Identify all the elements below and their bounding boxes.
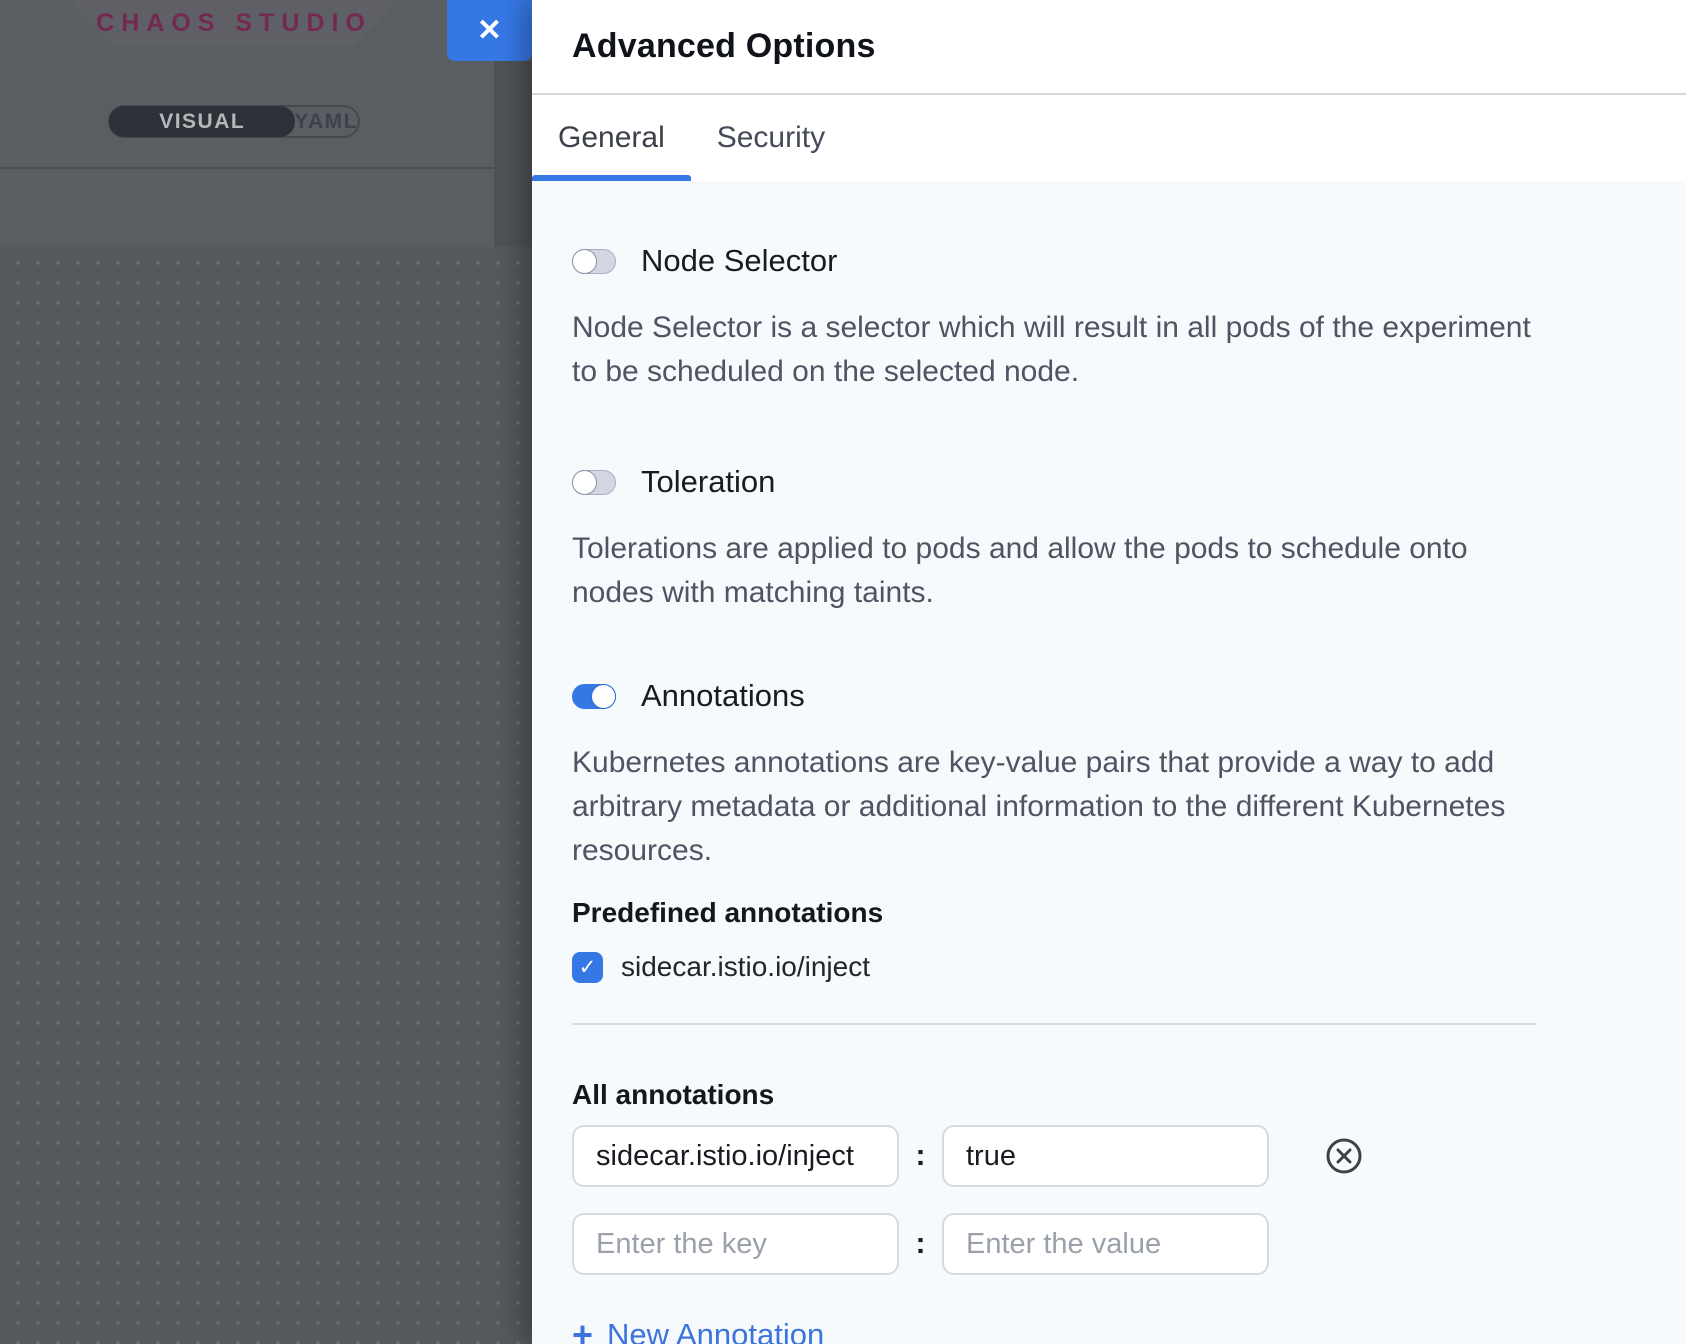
annotations-description: Kubernetes annotations are key-value pai…	[572, 741, 1552, 873]
toggle-knob	[591, 684, 616, 709]
predefined-annotations-heading: Predefined annotations	[572, 897, 1646, 929]
annotation-value-input[interactable]	[942, 1213, 1269, 1275]
plus-icon: +	[572, 1317, 593, 1344]
panel-header: Advanced Options	[532, 0, 1686, 95]
node-selector-label: Node Selector	[641, 243, 837, 279]
toleration-row: Toleration	[572, 464, 1646, 500]
dimmed-background: CHAOS STUDIO VISUAL YAML	[0, 0, 532, 1344]
canvas-header-divider	[0, 167, 532, 169]
background-scroll-strip	[494, 61, 532, 247]
tab-general[interactable]: General	[532, 95, 691, 181]
predefined-annotation-item: ✓ sidecar.istio.io/inject	[572, 951, 1646, 983]
check-icon: ✓	[579, 955, 597, 980]
toleration-description: Tolerations are applied to pods and allo…	[572, 527, 1552, 615]
tab-bar: General Security	[532, 95, 1686, 181]
sidecar-inject-checkbox[interactable]: ✓	[572, 952, 603, 983]
new-annotation-button[interactable]: + New Annotation	[572, 1317, 824, 1344]
toleration-label: Toleration	[641, 464, 775, 500]
annotations-label: Annotations	[641, 678, 805, 714]
tab-security[interactable]: Security	[691, 95, 851, 181]
page-title: Advanced Options	[572, 27, 876, 66]
all-annotations-heading: All annotations	[572, 1079, 1646, 1111]
visual-tab[interactable]: VISUAL	[109, 106, 295, 137]
chaos-studio-title: CHAOS STUDIO	[96, 9, 372, 38]
dotted-canvas	[0, 247, 532, 1344]
toggle-knob	[572, 470, 597, 495]
screen: CHAOS STUDIO VISUAL YAML ✕ Advanced Opti…	[0, 0, 1686, 1344]
annotations-row: Annotations	[572, 678, 1646, 714]
node-selector-row: Node Selector	[572, 243, 1646, 279]
advanced-options-panel: Advanced Options General Security Node S…	[532, 0, 1686, 1344]
toleration-toggle[interactable]	[572, 470, 616, 495]
close-icon: ✕	[477, 13, 502, 48]
visual-yaml-toggle[interactable]: VISUAL YAML	[108, 105, 360, 138]
annotation-value-input[interactable]	[942, 1125, 1269, 1187]
node-selector-toggle[interactable]	[572, 249, 616, 274]
circle-x-icon	[1325, 1137, 1363, 1175]
node-selector-description: Node Selector is a selector which will r…	[572, 306, 1552, 394]
annotation-row: :	[572, 1213, 1646, 1275]
annotation-row: :	[572, 1125, 1646, 1187]
remove-annotation-button[interactable]	[1325, 1137, 1363, 1175]
tab-content: Node Selector Node Selector is a selecto…	[532, 181, 1686, 1344]
close-drawer-button[interactable]: ✕	[447, 0, 532, 61]
new-annotation-label: New Annotation	[607, 1317, 824, 1344]
key-value-separator: :	[899, 1139, 942, 1173]
annotations-toggle[interactable]	[572, 684, 616, 709]
yaml-tab[interactable]: YAML	[294, 107, 358, 136]
sidecar-inject-label: sidecar.istio.io/inject	[621, 951, 870, 983]
section-divider	[572, 1023, 1536, 1025]
annotation-key-input[interactable]	[572, 1213, 899, 1275]
toggle-knob	[572, 249, 597, 274]
chaos-studio-banner: CHAOS STUDIO	[70, 0, 398, 46]
key-value-separator: :	[899, 1227, 942, 1261]
annotation-key-input[interactable]	[572, 1125, 899, 1187]
